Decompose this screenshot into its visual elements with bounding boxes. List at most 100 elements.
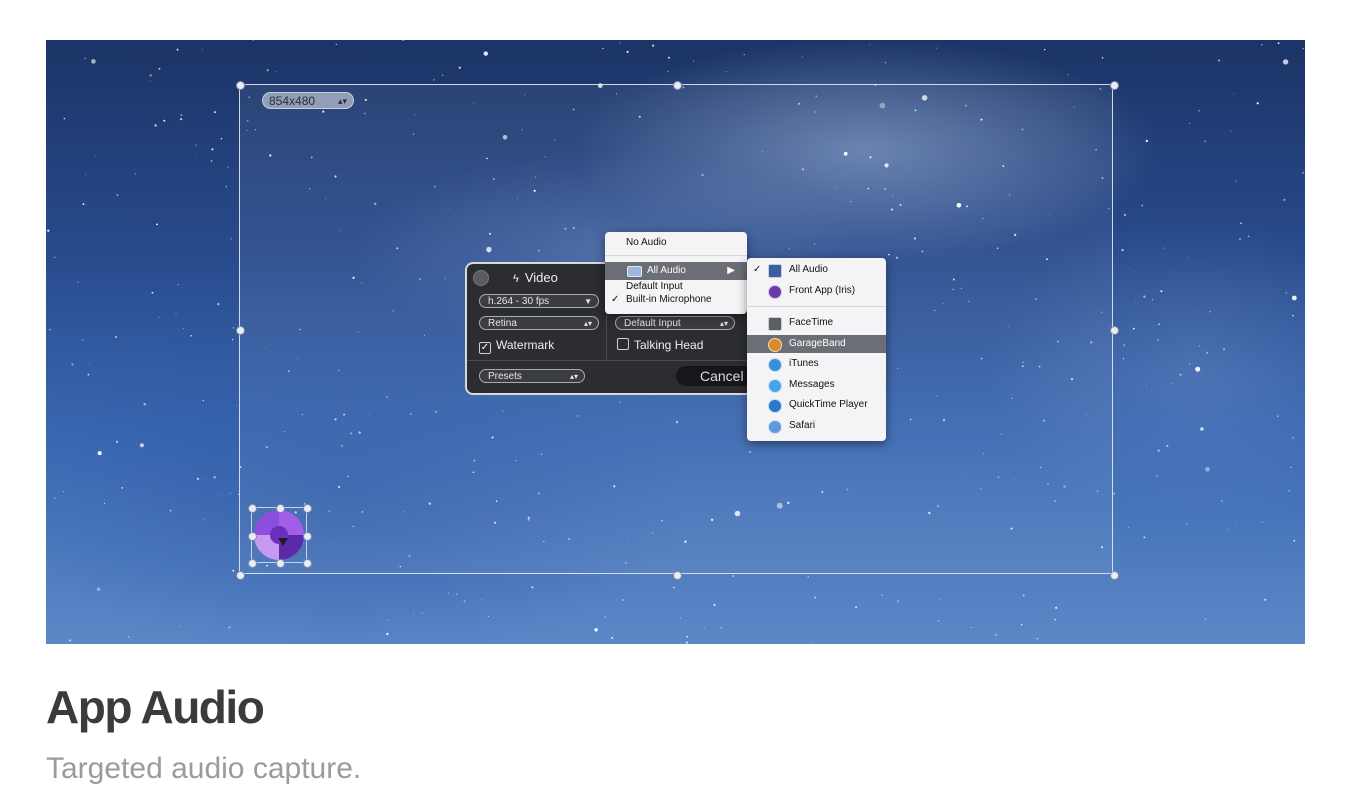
audio-input-select[interactable]: Default Input ▴▾: [615, 316, 735, 330]
star: [47, 229, 50, 232]
app-menu-item[interactable]: iTunes: [747, 355, 886, 373]
star: [1291, 295, 1297, 301]
audio-menu-item-label: No Audio: [626, 237, 667, 248]
star: [1256, 102, 1259, 105]
star: [104, 502, 106, 504]
handle-top-mid[interactable]: [673, 81, 682, 90]
star: [1227, 528, 1229, 531]
star: [97, 451, 102, 456]
lightning-icon: ϟ: [513, 273, 519, 285]
star: [1036, 637, 1039, 640]
checkbox-checked-icon: ✓: [479, 342, 491, 354]
app-menu-item[interactable]: ✓ All Audio: [747, 261, 886, 279]
logo-handle-bl[interactable]: [248, 559, 257, 568]
logo-handle-mr[interactable]: [303, 532, 312, 541]
logo-handle-ml[interactable]: [248, 532, 257, 541]
record-button[interactable]: [473, 270, 489, 286]
star: [970, 627, 972, 628]
star: [1054, 618, 1057, 621]
watermark-checkbox[interactable]: ✓ Watermark: [479, 338, 554, 354]
stepper-icon: ▴▾: [337, 96, 347, 106]
app-menu-item[interactable]: Messages: [747, 376, 886, 394]
star: [994, 633, 997, 636]
star: [104, 498, 106, 500]
star: [1195, 366, 1201, 372]
codec-select[interactable]: h.264 - 30 fps ▼: [479, 294, 599, 308]
star: [143, 403, 146, 406]
handle-mid-right[interactable]: [1110, 326, 1119, 335]
app-menu-item[interactable]: GarageBand: [747, 335, 886, 353]
star: [1157, 449, 1160, 452]
star: [158, 67, 161, 70]
star: [1288, 489, 1291, 492]
presets-select[interactable]: Presets ▴▾: [479, 369, 585, 383]
audio-menu-item[interactable]: All Audio ▶: [605, 262, 747, 280]
star: [205, 479, 207, 481]
star: [1179, 373, 1182, 376]
handle-bottom-right[interactable]: [1110, 571, 1119, 580]
star: [463, 600, 466, 603]
star: [1264, 598, 1267, 601]
handle-bottom-left[interactable]: [236, 571, 245, 580]
handle-top-right[interactable]: [1110, 81, 1119, 90]
star: [442, 74, 444, 76]
star: [1121, 249, 1124, 252]
audio-menu-item-label: Default Input: [626, 281, 683, 292]
star: [483, 51, 488, 56]
resolution-selector[interactable]: 854x480 ▴▾: [262, 92, 354, 109]
star: [652, 44, 655, 47]
star: [1189, 363, 1191, 365]
dropdown-arrow-icon: ▼: [584, 297, 592, 306]
audio-menu-item[interactable]: No Audio: [605, 234, 747, 252]
star: [604, 616, 606, 618]
talking-head-checkbox[interactable]: Talking Head: [617, 338, 703, 352]
star: [170, 509, 172, 512]
iris-logo-selection[interactable]: [248, 504, 312, 568]
star: [220, 138, 223, 140]
logo-handle-bm[interactable]: [276, 559, 285, 568]
logo-handle-tm[interactable]: [276, 504, 285, 513]
star: [149, 74, 152, 77]
star: [704, 626, 706, 628]
star: [1123, 344, 1126, 346]
logo-handle-tl[interactable]: [248, 504, 257, 513]
logo-handle-tr[interactable]: [303, 504, 312, 513]
star: [686, 635, 689, 638]
app-menu-item[interactable]: Safari: [747, 417, 886, 435]
handle-bottom-mid[interactable]: [673, 571, 682, 580]
star: [82, 203, 85, 206]
star: [1145, 139, 1148, 143]
star: [1198, 345, 1200, 347]
star: [177, 283, 179, 286]
star: [1146, 385, 1147, 387]
star: [685, 641, 688, 644]
audio-menu-item[interactable]: Default Input: [605, 280, 747, 293]
star: [387, 619, 389, 621]
logo-handle-br[interactable]: [303, 559, 312, 568]
stepper-icon: ▴▾: [569, 372, 578, 381]
handle-top-left[interactable]: [236, 81, 245, 90]
star: [1198, 109, 1200, 112]
star: [180, 118, 183, 121]
audio-input-value: Default Input: [624, 318, 681, 329]
star: [1235, 180, 1237, 182]
app-menu-item-label: GarageBand: [789, 338, 846, 349]
star: [202, 48, 204, 50]
chat-icon: [768, 379, 782, 393]
quality-select[interactable]: Retina ▴▾: [479, 316, 599, 330]
star: [180, 114, 183, 117]
star: [84, 57, 86, 59]
stepper-icon: ▴▾: [719, 319, 728, 328]
handle-mid-left[interactable]: [236, 326, 245, 335]
audio-menu-item[interactable]: ✓ Built-in Microphone: [605, 293, 747, 306]
star: [190, 335, 192, 337]
app-menu-item[interactable]: QuickTime Player: [747, 396, 886, 414]
page-subtitle: Targeted audio capture.: [46, 752, 362, 785]
star: [196, 477, 199, 480]
iris-icon: [768, 285, 782, 299]
app-menu-item[interactable]: FaceTime: [747, 314, 886, 332]
app-menu-item[interactable]: Front App (Iris): [747, 282, 886, 300]
star: [176, 48, 179, 51]
star: [811, 642, 813, 643]
star: [1292, 437, 1294, 439]
